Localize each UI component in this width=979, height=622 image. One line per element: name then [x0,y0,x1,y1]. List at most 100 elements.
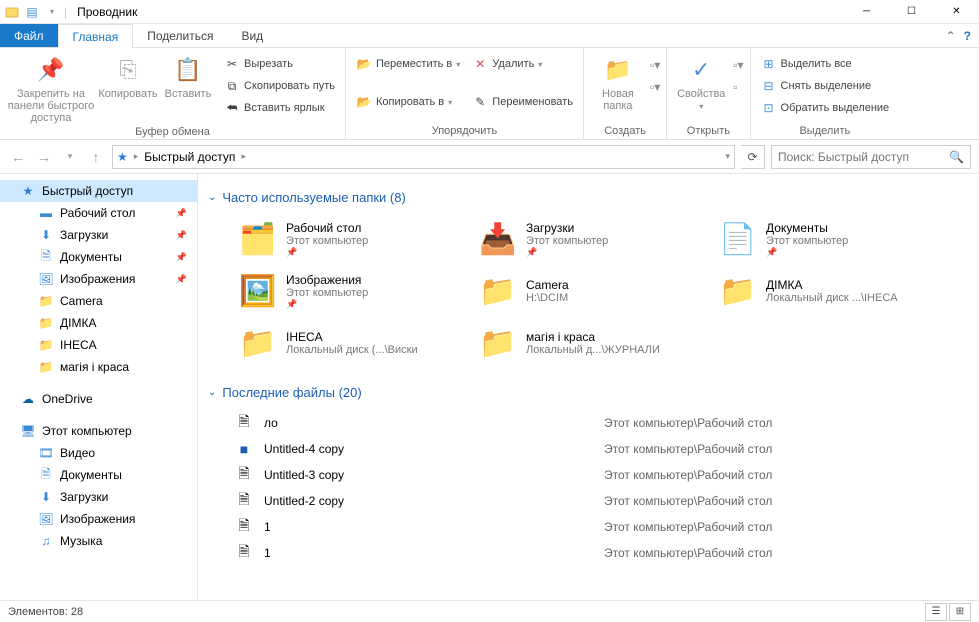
file-icon: 🗎 [234,413,254,433]
tree-quickaccess[interactable]: ★ Быстрый доступ [0,180,197,202]
tree-item[interactable]: ♫Музыка [0,530,197,552]
breadcrumb-root[interactable]: Быстрый доступ [144,150,235,164]
help-icon[interactable]: ? [964,29,971,43]
qat-dropdown-icon[interactable]: ▾ [44,4,60,20]
tab-view[interactable]: Вид [227,24,277,47]
tree-item[interactable]: 🗎Документы📌 [0,246,197,268]
section-frequent-folders[interactable]: ⌄ Часто используемые папки (8) [208,190,973,205]
view-icons-button[interactable]: ⊞ [949,603,971,621]
nav-back-button[interactable]: ← [8,147,28,167]
invert-button[interactable]: ⊡Обратить выделение [757,98,894,118]
folder-item[interactable]: 📁IHECAЛокальный диск (...\Виски [234,319,464,367]
nav-up-button[interactable]: ↑ [86,147,106,167]
section-recent-files[interactable]: ⌄ Последние файлы (20) [208,385,973,400]
pin-icon: 📌 [176,274,187,285]
file-row[interactable]: 🗎1Этот компьютер\Рабочий стол [234,514,973,540]
open-icon[interactable]: ▫▾ [733,58,743,72]
selectnone-button[interactable]: ⊟Снять выделение [757,76,894,96]
qat-properties-icon[interactable]: ▤ [24,4,40,20]
copypath-button[interactable]: ⧉Скопировать путь [220,76,339,96]
tree-item[interactable]: 🗎Документы [0,464,197,486]
downloads-icon: ⬇ [38,489,54,505]
minimize-button[interactable]: ─ [844,0,889,24]
tab-home[interactable]: Главная [58,24,134,48]
tree-onedrive[interactable]: ☁OneDrive [0,388,197,410]
file-row[interactable]: 🗎1Этот компьютер\Рабочий стол [234,540,973,566]
window-title: Проводник [77,5,137,19]
copyto-button[interactable]: 📂Копировать в▾ [352,92,464,112]
address-dropdown-icon[interactable]: ▾ [725,151,730,162]
search-icon[interactable]: 🔍 [949,150,964,164]
folder-item[interactable]: 📁ДІМКАЛокальный диск ...\IHECA [714,267,944,315]
pin-icon: 📌 [176,230,187,241]
ribbon: 📌 Закрепить на панели быстрого доступа ⎘… [0,48,979,140]
selectnone-icon: ⊟ [761,78,777,94]
navigation-pane[interactable]: ★ Быстрый доступ ▬Рабочий стол📌 ⬇Загрузк… [0,174,198,600]
pasteshortcut-button[interactable]: ⮪Вставить ярлык [220,98,339,118]
tree-item[interactable]: 📁ДІМКА [0,312,197,334]
refresh-button[interactable]: ⟳ [741,145,765,169]
status-bar: Элементов: 28 ☰ ⊞ [0,600,979,622]
ribbon-collapse-icon[interactable]: ⌃ [946,29,956,43]
tree-item[interactable]: ▬Рабочий стол📌 [0,202,197,224]
breadcrumb-sep-icon[interactable]: ▸ [134,151,139,162]
onedrive-icon: ☁ [20,391,36,407]
copy-button[interactable]: ⎘ Копировать [100,50,156,100]
nav-row: ← → ▾ ↑ ★ ▸ Быстрый доступ ▸ ▾ ⟳ 🔍 [0,140,979,174]
folder-item[interactable]: 🗂️Рабочий столЭтот компьютер📌 [234,215,464,263]
cut-button[interactable]: ✂Вырезать [220,54,339,74]
folder-icon: 📁 [38,359,54,375]
file-icon: ■ [234,439,254,459]
maximize-button[interactable]: ☐ [889,0,934,24]
nav-recent-dropdown[interactable]: ▾ [60,147,80,167]
folder-item[interactable]: 📄ДокументыЭтот компьютер📌 [714,215,944,263]
folder-item[interactable]: 📥ЗагрузкиЭтот компьютер📌 [474,215,704,263]
folder-item[interactable]: 📁магія і красаЛокальный д...\ЖУРНАЛИ [474,319,704,367]
file-row[interactable]: 🗎лоЭтот компьютер\Рабочий стол [234,410,973,436]
breadcrumb-sep-icon[interactable]: ▸ [241,151,246,162]
easyaccess-icon[interactable]: ▫▾ [650,80,660,94]
group-select-label: Выделить [757,123,894,139]
cut-icon: ✂ [224,56,240,72]
folder-item[interactable]: 📁CameraH:\DCIM [474,267,704,315]
tab-file[interactable]: Файл [0,24,58,47]
delete-button[interactable]: ✕Удалить▾ [468,54,577,74]
moveto-button[interactable]: 📂Переместить в▾ [352,54,464,74]
chevron-down-icon: ⌄ [208,387,216,398]
group-clipboard-label: Буфер обмена [6,124,339,140]
content-pane[interactable]: ⌄ Часто используемые папки (8) 🗂️Рабочий… [198,174,979,600]
pin-quickaccess-button[interactable]: 📌 Закрепить на панели быстрого доступа [6,50,96,124]
history-icon[interactable]: ▫ [733,80,743,94]
close-button[interactable]: ✕ [934,0,979,24]
tree-item[interactable]: 🎞Видео [0,442,197,464]
tree-item[interactable]: ⬇Загрузки [0,486,197,508]
rename-button[interactable]: ✎Переименовать [468,92,577,112]
tree-item[interactable]: 📁магія і краса [0,356,197,378]
tree-item[interactable]: 🖼Изображения [0,508,197,530]
tree-item[interactable]: 🖼Изображения📌 [0,268,197,290]
newfolder-button[interactable]: 📁 Новая папка [590,50,646,112]
documents-icon: 🗎 [38,467,54,483]
tree-item[interactable]: 📁Camera [0,290,197,312]
search-input[interactable] [778,150,943,164]
ribbon-tabs: Файл Главная Поделиться Вид ⌃ ? [0,24,979,48]
properties-button[interactable]: ✓ Свойства ▾ [673,50,729,111]
folder-item[interactable]: 🖼️ИзображенияЭтот компьютер📌 [234,267,464,315]
selectall-button[interactable]: ⊞Выделить все [757,54,894,74]
tree-thispc[interactable]: 🖥Этот компьютер [0,420,197,442]
nav-forward-button[interactable]: → [34,147,54,167]
tree-item[interactable]: ⬇Загрузки📌 [0,224,197,246]
view-details-button[interactable]: ☰ [925,603,947,621]
file-row[interactable]: 🗎Untitled-2 copyЭтот компьютер\Рабочий с… [234,488,973,514]
file-row[interactable]: ■Untitled-4 copyЭтот компьютер\Рабочий с… [234,436,973,462]
pictures-icon: 🖼 [38,271,54,287]
search-box[interactable]: 🔍 [771,145,971,169]
file-row[interactable]: 🗎Untitled-3 copyЭтот компьютер\Рабочий с… [234,462,973,488]
tree-item[interactable]: 📁IHECA [0,334,197,356]
address-bar[interactable]: ★ ▸ Быстрый доступ ▸ ▾ [112,145,735,169]
newitem-icon[interactable]: ▫▾ [650,58,660,72]
paste-button[interactable]: 📋 Вставить [160,50,216,100]
music-icon: ♫ [38,533,54,549]
desktop-icon: ▬ [38,205,54,221]
tab-share[interactable]: Поделиться [133,24,227,47]
